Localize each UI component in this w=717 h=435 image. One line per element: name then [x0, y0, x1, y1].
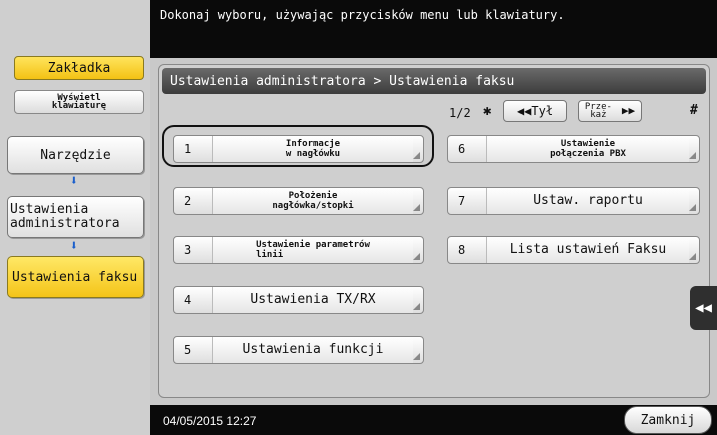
breadcrumb-text: Ustawienia administratora > Ustawienia f…: [170, 73, 515, 89]
breadcrumb: Ustawienia administratora > Ustawienia f…: [162, 68, 706, 94]
datetime: 04/05/2015 12:27: [163, 414, 257, 428]
item-label: Lista ustawień Faksu: [486, 237, 689, 263]
item-label-line2: połączenia PBX: [550, 149, 626, 159]
back-button[interactable]: ◀◀Tył: [503, 100, 567, 122]
item-label: Ustawienia funkcji: [212, 337, 413, 363]
show-keyboard-label-2: klawiaturę: [51, 101, 107, 111]
item-label: Ustaw. raportu: [486, 188, 689, 214]
corner-icon: [413, 353, 420, 360]
double-arrow-left-icon: ◀◀: [695, 300, 712, 316]
item-label-line1: Ustawienie: [560, 139, 616, 149]
next-button[interactable]: Prze- każ ▶▶: [578, 100, 642, 122]
menu-item-report-settings[interactable]: 7 Ustaw. raportu: [447, 187, 700, 215]
item-number: 8: [458, 243, 466, 257]
back-label: ◀◀Tył: [516, 104, 554, 118]
fax-settings-label: Ustawienia faksu: [12, 269, 138, 285]
item-label: Ustawienia TX/RX: [212, 287, 413, 313]
item-label: Ustawienie parametrów linii: [212, 237, 413, 263]
admin-label-2: administratora: [10, 216, 120, 231]
bookmark-tab[interactable]: Zakładka: [14, 56, 144, 80]
device-screen: Zakładka Wyświetl klawiaturę Narzędzie ⬇…: [0, 0, 717, 435]
item-label-line2: linii: [256, 250, 284, 260]
arrow-down-icon: ⬇: [69, 173, 79, 189]
arrow-down-icon: ⬇: [69, 238, 79, 254]
item-number: 2: [184, 194, 192, 208]
corner-icon: [689, 253, 696, 260]
star-key[interactable]: ✱: [483, 103, 491, 119]
utility-label: Narzędzie: [40, 147, 111, 163]
fax-settings-button[interactable]: Ustawienia faksu: [7, 256, 144, 298]
utility-button[interactable]: Narzędzie: [7, 136, 144, 174]
item-label-line2: nagłówka/stopki: [272, 201, 354, 211]
bookmark-tab-label: Zakładka: [47, 60, 111, 76]
close-button[interactable]: Zamknij: [624, 406, 712, 434]
menu-item-header-footer-position[interactable]: 2 Położenie nagłówka/stopki: [173, 187, 424, 215]
highlight-ring: [162, 125, 434, 167]
item-label-line1: Ustawienie parametrów: [256, 240, 370, 250]
menu-item-tx-rx-settings[interactable]: 4 Ustawienia TX/RX: [173, 286, 424, 314]
menu-item-function-settings[interactable]: 5 Ustawienia funkcji: [173, 336, 424, 364]
item-label-line1: Położenie: [288, 191, 338, 201]
item-number: 5: [184, 343, 192, 357]
menu-item-fax-settings-list[interactable]: 8 Lista ustawień Faksu: [447, 236, 700, 264]
item-label: Położenie nagłówka/stopki: [212, 188, 413, 214]
corner-icon: [413, 303, 420, 310]
item-label: Ustawienie połączenia PBX: [486, 136, 689, 162]
item-number: 7: [458, 194, 466, 208]
corner-icon: [413, 204, 420, 211]
close-label: Zamknij: [640, 412, 696, 428]
item-number: 6: [458, 142, 466, 156]
hash-key[interactable]: #: [690, 103, 698, 118]
next-label-2: każ: [590, 110, 607, 120]
menu-item-pbx-connection[interactable]: 6 Ustawienie połączenia PBX: [447, 135, 700, 163]
corner-icon: [413, 253, 420, 260]
corner-icon: [689, 152, 696, 159]
corner-icon: [689, 204, 696, 211]
item-number: 3: [184, 243, 192, 257]
admin-label-1: Ustawienia: [10, 202, 89, 217]
menu-item-line-parameters[interactable]: 3 Ustawienie parametrów linii: [173, 236, 424, 264]
page-indicator: 1/2: [449, 106, 471, 120]
admin-settings-button[interactable]: Ustawienia administratora: [7, 196, 144, 238]
side-panel-tab[interactable]: ◀◀: [690, 286, 717, 330]
message-bar: Dokonaj wyboru, używając przycisków menu…: [150, 0, 717, 58]
show-keyboard-button[interactable]: Wyświetl klawiaturę: [14, 90, 144, 114]
double-arrow-right-icon: ▶▶: [621, 104, 636, 117]
message-text: Dokonaj wyboru, używając przycisków menu…: [160, 8, 565, 22]
item-number: 4: [184, 293, 192, 307]
